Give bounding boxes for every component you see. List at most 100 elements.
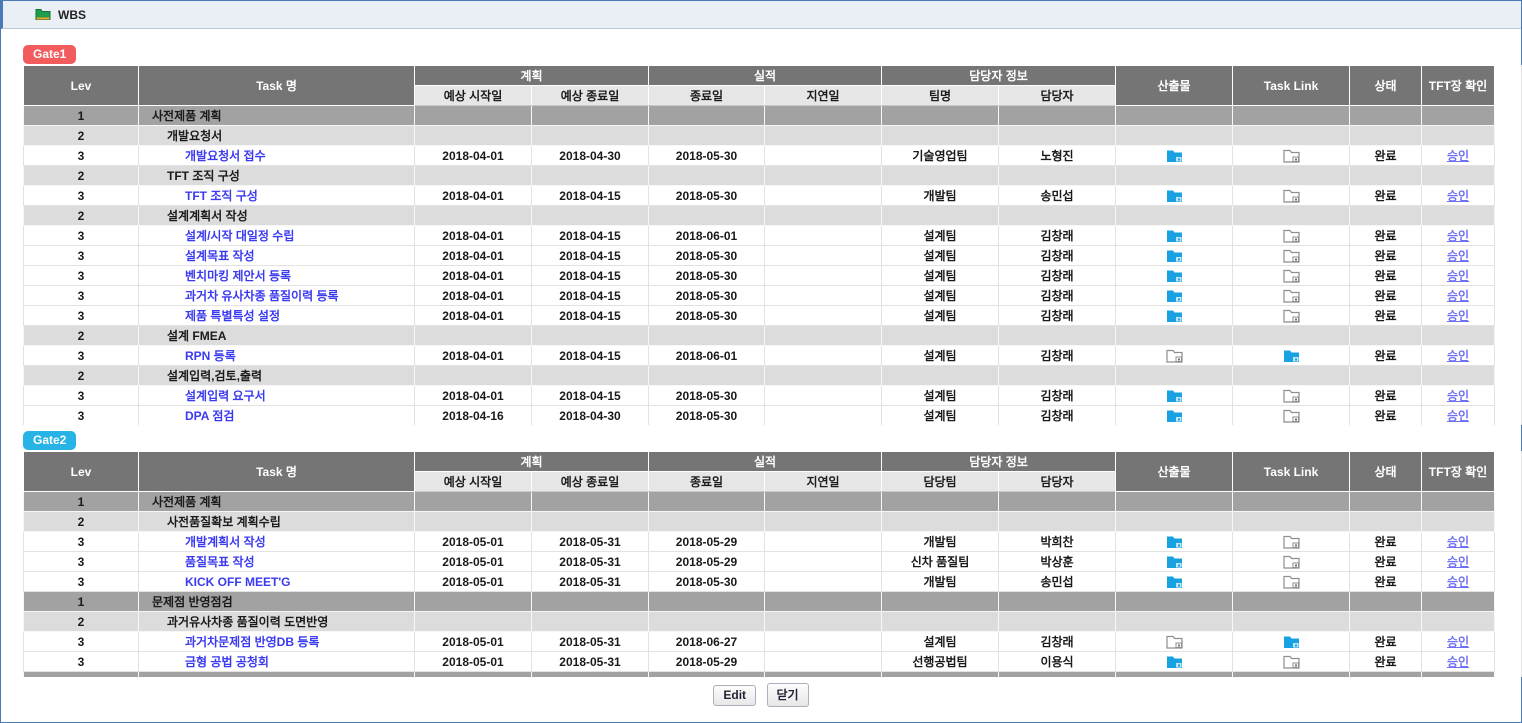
folder-gray-icon[interactable] (1283, 575, 1300, 589)
group-row: 2설계 FMEA (24, 326, 1495, 346)
task-name-link[interactable]: DPA 점검 (185, 409, 234, 423)
approve-link[interactable]: 승인 (1447, 309, 1469, 323)
folder-gray-icon[interactable] (1283, 269, 1300, 283)
folder-gray-icon[interactable] (1283, 249, 1300, 263)
task-name-link[interactable]: 벤치마킹 제안서 등록 (185, 269, 291, 283)
approve-link[interactable]: 승인 (1447, 249, 1469, 263)
output-cell (1116, 326, 1233, 346)
folder-blue-icon[interactable] (1166, 389, 1183, 403)
folder-gray-icon[interactable] (1283, 229, 1300, 243)
plan-end-cell: 2018-04-15 (532, 186, 649, 206)
confirm-cell: 승인 (1422, 146, 1495, 166)
folder-gray-icon[interactable] (1166, 349, 1183, 363)
status-cell (1350, 612, 1422, 632)
task-name-link[interactable]: RPN 등록 (185, 349, 236, 363)
approve-link[interactable]: 승인 (1447, 389, 1469, 403)
delay-cell (765, 492, 882, 512)
col-header-person: 담당자 (999, 86, 1116, 106)
folder-gray-icon[interactable] (1283, 655, 1300, 669)
gate-section: Gate1 Lev Task 명 계획 실적 (23, 45, 1521, 425)
col-header-confirm: TFT장 확인 (1422, 452, 1495, 492)
folder-gray-icon[interactable] (1283, 389, 1300, 403)
task-name-link[interactable]: 설계입력 요구서 (185, 389, 266, 403)
folder-blue-icon[interactable] (1166, 535, 1183, 549)
folder-blue-icon[interactable] (1166, 309, 1183, 323)
folder-blue-icon[interactable] (1166, 149, 1183, 163)
task-name-link[interactable]: 과거차 유사차종 품질이력 등록 (185, 289, 339, 303)
person-cell: 김창래 (999, 346, 1116, 366)
end-cell (649, 512, 765, 532)
folder-gray-icon[interactable] (1283, 535, 1300, 549)
end-cell: 2018-05-29 (649, 552, 765, 572)
approve-link[interactable]: 승인 (1447, 289, 1469, 303)
output-cell (1116, 632, 1233, 652)
delay-cell (765, 166, 882, 186)
task-name-link[interactable]: 금형 공법 공청회 (185, 655, 269, 669)
folder-blue-icon[interactable] (1166, 289, 1183, 303)
team-cell: 개발팀 (882, 532, 999, 552)
end-cell (649, 492, 765, 512)
folder-gray-icon[interactable] (1283, 149, 1300, 163)
folder-blue-icon[interactable] (1166, 249, 1183, 263)
task-name-link[interactable]: 품질목표 작성 (185, 555, 255, 569)
task-cell: 벤치마킹 제안서 등록 (139, 266, 415, 286)
folder-gray-icon[interactable] (1166, 635, 1183, 649)
lev-cell: 3 (24, 286, 139, 306)
task-name-link[interactable]: KICK OFF MEET'G (185, 575, 291, 589)
task-name-link[interactable]: 설계목표 작성 (185, 249, 255, 263)
output-cell (1116, 266, 1233, 286)
status-cell: 완료 (1350, 226, 1422, 246)
approve-link[interactable]: 승인 (1447, 189, 1469, 203)
status-cell: 완료 (1350, 386, 1422, 406)
task-name-link[interactable]: 개발요청서 접수 (185, 149, 266, 163)
col-header-status: 상태 (1350, 452, 1422, 492)
delay-cell (765, 126, 882, 146)
end-cell (649, 206, 765, 226)
delay-cell (765, 146, 882, 166)
confirm-cell: 승인 (1422, 306, 1495, 326)
approve-link[interactable]: 승인 (1447, 635, 1469, 649)
approve-link[interactable]: 승인 (1447, 555, 1469, 569)
approve-link[interactable]: 승인 (1447, 575, 1469, 589)
folder-gray-icon[interactable] (1283, 409, 1300, 423)
plan-start-cell: 2018-04-01 (415, 246, 532, 266)
folder-blue-icon[interactable] (1166, 229, 1183, 243)
status-cell: 완료 (1350, 406, 1422, 426)
task-cell: RPN 등록 (139, 346, 415, 366)
approve-link[interactable]: 승인 (1447, 655, 1469, 669)
approve-link[interactable]: 승인 (1447, 349, 1469, 363)
task-name-link[interactable]: 과거차문제점 반영DB 등록 (185, 635, 319, 649)
approve-link[interactable]: 승인 (1447, 409, 1469, 423)
task-name-link[interactable]: 제품 특별특성 설정 (185, 309, 280, 323)
team-cell: 설계팀 (882, 266, 999, 286)
plan-end-cell: 2018-05-31 (532, 572, 649, 592)
edit-button[interactable]: Edit (713, 685, 756, 706)
task-row: 3DPA 점검2018-04-162018-04-302018-05-30설계팀… (24, 406, 1495, 426)
task-name-link[interactable]: 개발계획서 작성 (185, 535, 266, 549)
folder-blue-icon[interactable] (1166, 555, 1183, 569)
task-name-link[interactable]: 설계/시작 대일정 수립 (185, 229, 294, 243)
folder-gray-icon[interactable] (1283, 289, 1300, 303)
approve-link[interactable]: 승인 (1447, 269, 1469, 283)
folder-gray-icon[interactable] (1283, 189, 1300, 203)
folder-gray-icon[interactable] (1283, 309, 1300, 323)
approve-link[interactable]: 승인 (1447, 149, 1469, 163)
lev-cell: 3 (24, 632, 139, 652)
folder-blue-icon[interactable] (1166, 409, 1183, 423)
output-cell (1116, 186, 1233, 206)
folder-gray-icon[interactable] (1283, 555, 1300, 569)
confirm-cell (1422, 206, 1495, 226)
folder-blue-icon[interactable] (1283, 635, 1300, 649)
folder-blue-icon[interactable] (1166, 575, 1183, 589)
folder-blue-icon[interactable] (1283, 349, 1300, 363)
approve-link[interactable]: 승인 (1447, 229, 1469, 243)
folder-blue-icon[interactable] (1166, 655, 1183, 669)
col-header-end: 종료일 (649, 86, 765, 106)
close-button[interactable]: 닫기 (767, 683, 809, 707)
col-header-team: 팀명 (882, 86, 999, 106)
task-name-link[interactable]: TFT 조직 구성 (185, 189, 258, 203)
group-row: 2설계입력,검토,출력 (24, 366, 1495, 386)
approve-link[interactable]: 승인 (1447, 535, 1469, 549)
folder-blue-icon[interactable] (1166, 189, 1183, 203)
folder-blue-icon[interactable] (1166, 269, 1183, 283)
